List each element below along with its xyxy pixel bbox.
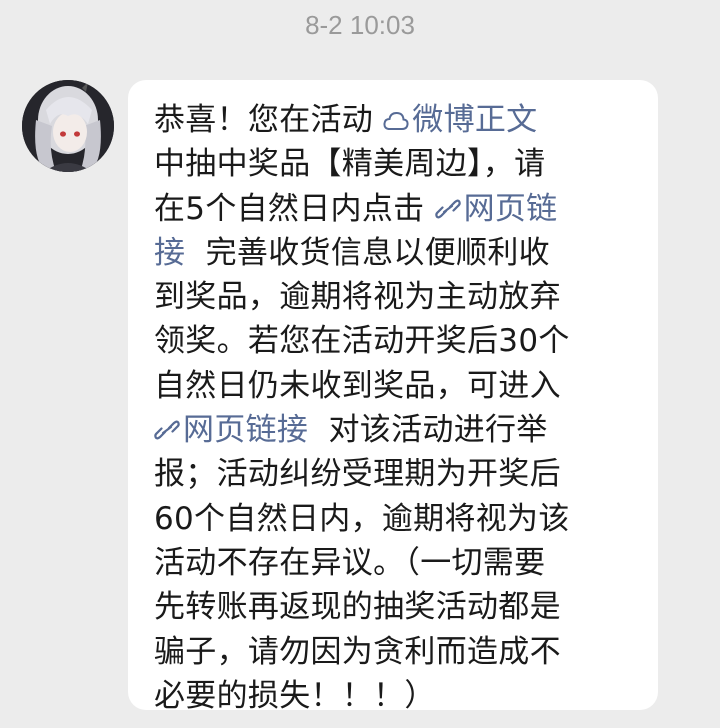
message-line: 接 完善收货信息以便顺利收 bbox=[154, 231, 640, 275]
message-text: 恭喜！您在活动 微博正文 中抽中奖品【精美周边】，请 在5个自然日内点击 网页链… bbox=[154, 98, 640, 718]
message-line: 60个自然日内，逾期将视为该 bbox=[154, 500, 570, 537]
message-bubble[interactable]: 恭喜！您在活动 微博正文 中抽中奖品【精美周边】，请 在5个自然日内点击 网页链… bbox=[128, 80, 658, 714]
message-line: 恭喜！您在活动 微博正文 bbox=[154, 98, 640, 142]
link-icon bbox=[154, 420, 180, 440]
message-text-segment: 完善收货信息以便顺利收 bbox=[185, 234, 550, 271]
weibo-post-link[interactable]: 微博正文 bbox=[383, 102, 537, 138]
web-link-1-label[interactable]: 网页链 bbox=[464, 191, 558, 227]
web-link-1[interactable]: 网页链 bbox=[434, 191, 558, 227]
message-line: 网页链接 对该活动进行举 bbox=[154, 408, 640, 452]
message-line: 到奖品，逾期将视为主动放弃 bbox=[154, 279, 561, 316]
link-icon bbox=[434, 199, 461, 219]
message-line: 报；活动纠纷受理期为开奖后 bbox=[154, 456, 561, 493]
message-line: 活动不存在异议。（一切需要 bbox=[154, 544, 546, 581]
message-text-segment: 对该活动进行举 bbox=[308, 412, 548, 449]
avatar-image bbox=[22, 80, 114, 172]
cloud-icon bbox=[383, 111, 409, 130]
avatar[interactable] bbox=[22, 80, 114, 172]
weibo-link-label[interactable]: 微博正文 bbox=[412, 102, 537, 138]
message-line: 先转账再返现的抽奖活动都是 bbox=[154, 589, 561, 626]
message-text-segment: 恭喜！您在活动 bbox=[154, 102, 384, 138]
message-line: 中抽中奖品【精美周边】，请 bbox=[154, 146, 546, 183]
web-link-2[interactable]: 网页链接 bbox=[154, 412, 308, 448]
message-timestamp: 8-2 10:03 bbox=[305, 10, 415, 40]
web-link-2-label[interactable]: 网页链接 bbox=[183, 412, 308, 448]
message-line: 必要的损失！！！） bbox=[154, 677, 436, 714]
web-link-1-label-continued[interactable]: 接 bbox=[154, 235, 185, 271]
message-line: 骗子，请勿因为贪利而造成不 bbox=[154, 633, 561, 670]
message-line: 自然日仍未收到奖品，可进入 bbox=[154, 367, 561, 404]
message-line: 在5个自然日内点击 网页链 bbox=[154, 187, 640, 231]
message-text-segment: 在5个自然日内点击 bbox=[154, 190, 435, 227]
message-line: 领奖。若您在活动开奖后30个 bbox=[154, 323, 570, 360]
